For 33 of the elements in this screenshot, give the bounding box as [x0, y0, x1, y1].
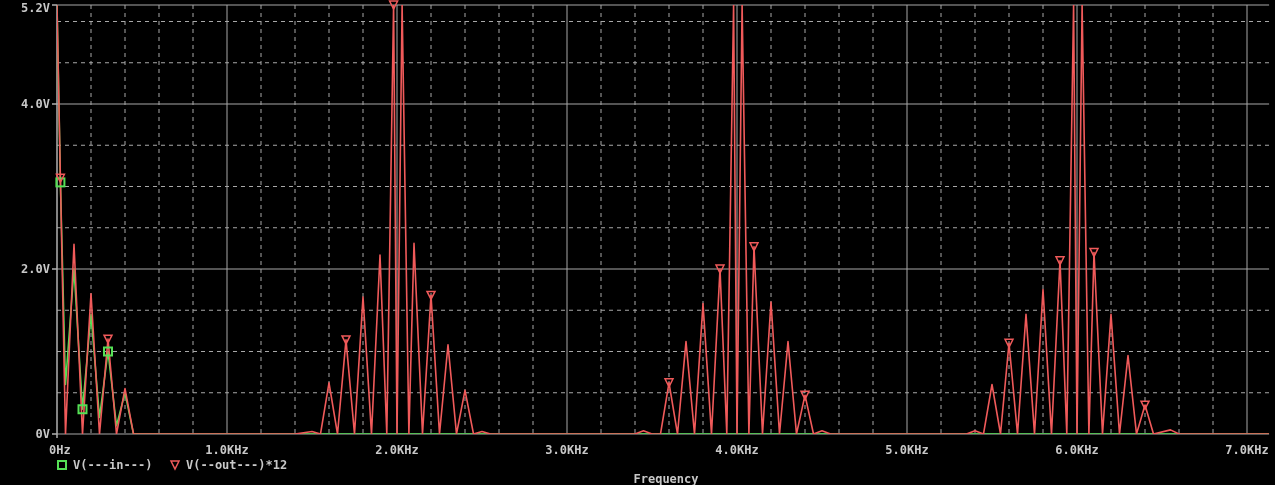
triangle-marker — [1003, 338, 1015, 349]
legend-label: V(---in---) — [73, 458, 153, 472]
legend-triangle-icon — [169, 460, 181, 471]
square-marker — [103, 346, 113, 357]
legend-label: V(--out---)*12 — [186, 458, 288, 472]
legend-square-icon — [57, 460, 67, 470]
triangle-marker — [799, 390, 811, 401]
tick-label: 0Hz — [49, 443, 71, 457]
triangle-marker — [1139, 400, 1151, 411]
tick-label: 2.0V — [21, 262, 50, 276]
triangle-marker — [55, 173, 66, 184]
tick-label: 0V — [35, 427, 50, 441]
square-marker — [77, 404, 88, 415]
triangle-marker — [340, 335, 352, 346]
tick-label: 3.0KHz — [545, 443, 589, 457]
tick-label: 7.0KHz — [1225, 443, 1269, 457]
tick-label: 5.2V — [21, 1, 50, 15]
triangle-marker — [714, 264, 726, 275]
triangle-marker — [663, 378, 675, 389]
tick-label: 2.0KHz — [375, 443, 419, 457]
tick-label: 4.0V — [21, 97, 50, 111]
triangle-marker — [1054, 256, 1066, 267]
triangle-marker — [1088, 247, 1100, 259]
axis-title: Frequency — [633, 472, 699, 485]
triangle-marker — [102, 334, 114, 345]
triangle-marker — [425, 290, 437, 302]
tick-label: 4.0KHz — [715, 443, 759, 457]
tick-label: 1.0KHz — [205, 443, 249, 457]
tick-label: 6.0KHz — [1055, 443, 1099, 457]
triangle-marker — [748, 242, 760, 253]
tick-label: 5.0KHz — [885, 443, 929, 457]
triangle-marker — [388, 0, 399, 11]
square-marker — [55, 177, 66, 188]
